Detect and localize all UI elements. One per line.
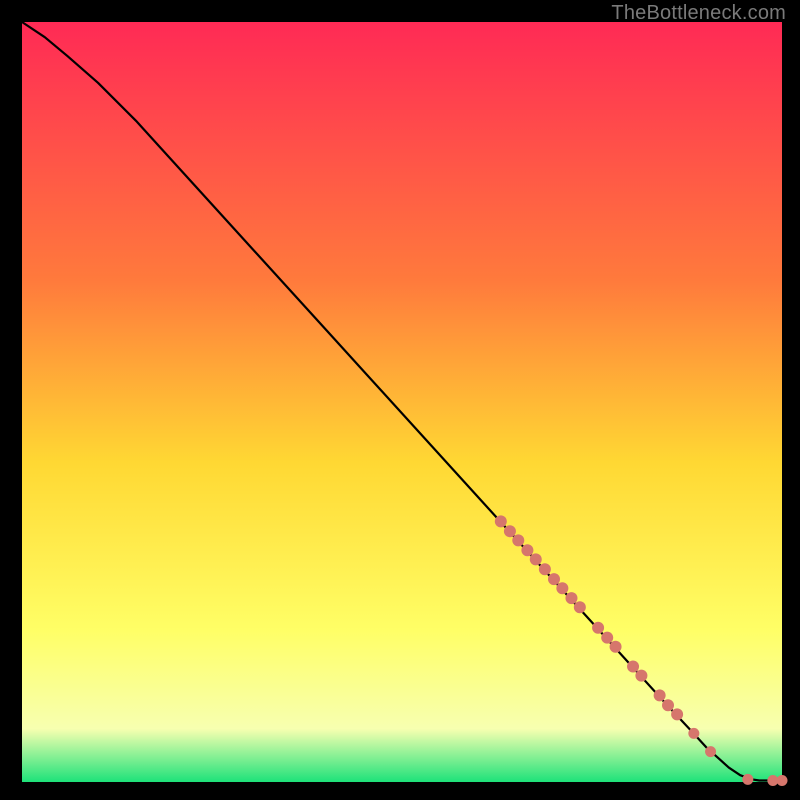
data-point [556, 582, 568, 594]
data-point [548, 573, 560, 585]
data-point [635, 670, 647, 682]
chart-svg [0, 0, 800, 800]
data-point [495, 515, 507, 527]
data-point [512, 534, 524, 546]
data-point [521, 544, 533, 556]
chart-frame: { "attribution": "TheBottleneck.com", "c… [0, 0, 800, 800]
data-point [601, 632, 613, 644]
data-point [610, 641, 622, 653]
data-point [539, 563, 551, 575]
data-point [592, 622, 604, 634]
data-point [671, 708, 683, 720]
data-point [574, 601, 586, 613]
data-point [662, 699, 674, 711]
data-point [654, 689, 666, 701]
data-point [705, 746, 716, 757]
data-point [504, 525, 516, 537]
data-point [742, 774, 753, 785]
data-point [627, 660, 639, 672]
data-point [688, 728, 699, 739]
data-point [530, 553, 542, 565]
data-point [777, 775, 788, 786]
data-point [565, 592, 577, 604]
gradient-background [22, 22, 782, 782]
